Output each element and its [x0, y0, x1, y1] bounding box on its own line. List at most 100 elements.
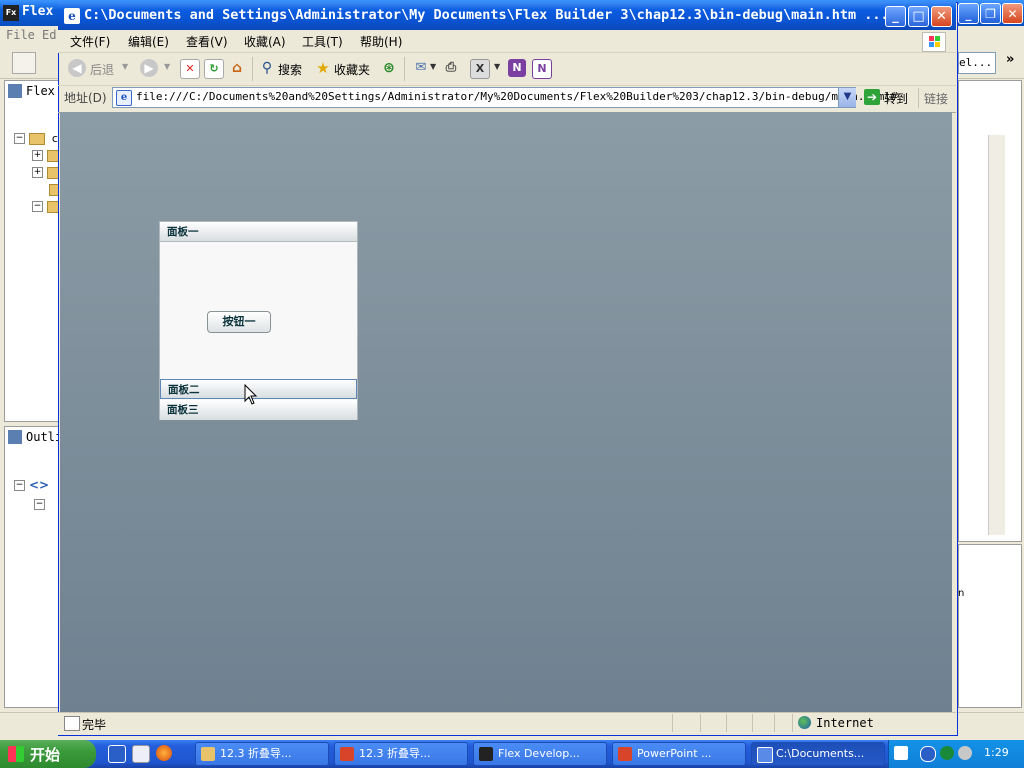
accordion-header-panel-1[interactable]: 面板一 [160, 222, 357, 242]
mail-dropdown-icon[interactable]: ▼ [430, 62, 436, 71]
outline-icon [8, 430, 22, 444]
menu-favorites[interactable]: 收藏(A) [244, 33, 286, 50]
collapse-icon[interactable]: − [14, 480, 25, 491]
task-folder[interactable]: 12.3 折叠导... [195, 742, 329, 766]
flex-app-icon: Fx [3, 5, 19, 21]
menu-file[interactable]: 文件(F) [70, 33, 110, 50]
ie-icon: e [64, 8, 80, 24]
onenote-send-icon[interactable]: N [532, 59, 552, 79]
folder-icon [201, 747, 215, 761]
home-icon[interactable]: ⌂ [228, 59, 246, 77]
right-bottom-panel [958, 544, 1022, 708]
forward-dropdown-icon[interactable]: ▼ [164, 62, 170, 71]
back-button[interactable]: 后退 [90, 61, 114, 78]
status-divider [792, 714, 793, 732]
menu-view[interactable]: 查看(V) [186, 33, 228, 50]
mxml-tag-icon: <> [29, 478, 50, 492]
task-powerpoint-2[interactable]: PowerPoint ... [612, 742, 746, 766]
address-dropdown-icon[interactable]: ▼ [838, 88, 856, 107]
start-label: 开始 [30, 746, 61, 764]
right-scrollbar[interactable] [988, 135, 1005, 535]
media-icon[interactable]: ⊛ [380, 59, 398, 77]
flex-builder-title: Flex [22, 4, 54, 19]
navigator-tab[interactable]: Flex [26, 84, 55, 98]
forward-arrow-icon[interactable]: ▶ [140, 59, 158, 77]
close-button[interactable]: ✕ [931, 6, 952, 27]
stop-icon[interactable]: ✕ [180, 59, 200, 79]
collapse-icon[interactable]: − [34, 499, 45, 510]
accordion-panel-1-content: 按钮一 [160, 243, 357, 379]
onenote-icon[interactable]: N [508, 59, 526, 77]
status-divider [774, 714, 775, 732]
flex-icon [479, 747, 493, 761]
security-zone: Internet [816, 716, 874, 730]
task-powerpoint-1[interactable]: 12.3 折叠导... [334, 742, 468, 766]
expand-icon[interactable]: + [32, 150, 43, 161]
status-text: 完毕 [82, 718, 107, 732]
collapse-icon[interactable]: − [32, 201, 43, 212]
toolbar-separator [918, 88, 919, 108]
task-flex-developer[interactable]: Flex Develop... [473, 742, 607, 766]
menu-edit[interactable]: 编辑(E) [128, 33, 169, 50]
button-one[interactable]: 按钮一 [207, 311, 271, 333]
network-icon[interactable] [940, 746, 954, 760]
search-icon[interactable]: ⚲ [258, 59, 276, 77]
accordion-header-panel-2[interactable]: 面板二 [160, 379, 357, 399]
favorites-star-icon[interactable]: ★ [314, 59, 332, 77]
tree-row[interactable]: − [34, 497, 45, 511]
powerpoint-icon [618, 747, 632, 761]
go-arrow-icon[interactable]: ➔ [864, 89, 880, 105]
status-divider [700, 714, 701, 732]
windows-logo-icon [922, 32, 946, 52]
status-divider [672, 714, 673, 732]
expand-icon[interactable]: + [32, 167, 43, 178]
links-button[interactable]: 链接 [924, 90, 948, 107]
collapse-icon[interactable]: − [14, 133, 25, 144]
right-column-header: n [958, 588, 965, 599]
mail-icon[interactable]: ✉ [412, 59, 430, 77]
firefox-quicklaunch-icon[interactable] [156, 745, 172, 761]
address-url[interactable]: file:///C:/Documents%20and%20Settings/Ad… [136, 90, 898, 103]
desktop-quicklaunch-icon[interactable] [132, 745, 150, 763]
volume-icon[interactable] [958, 746, 972, 760]
outline-panel [4, 426, 62, 708]
tray-expand-icon[interactable] [920, 746, 936, 762]
keyboard-icon[interactable] [894, 746, 908, 760]
menu-edit[interactable]: Ed [42, 28, 56, 42]
menu-file[interactable]: File [6, 28, 35, 42]
toolbar-separator [252, 57, 253, 81]
minimize-icon[interactable]: _ [958, 3, 979, 24]
outline-tab[interactable]: Outli [26, 430, 62, 444]
overflow-chevron-icon[interactable]: » [1006, 52, 1014, 67]
favorites-button[interactable]: 收藏夹 [334, 61, 370, 78]
ie-window-title: C:\Documents and Settings\Administrator\… [84, 7, 889, 23]
windows-flag-icon [8, 746, 24, 762]
tree-row[interactable]: − <> [14, 478, 49, 492]
ie-icon [757, 747, 773, 763]
page-content: 面板一 按钮一 面板二 面板三 [60, 112, 952, 712]
accordion-header-panel-3[interactable]: 面板三 [160, 400, 357, 420]
page-icon: e [116, 90, 132, 106]
back-dropdown-icon[interactable]: ▼ [122, 62, 128, 71]
search-button[interactable]: 搜索 [278, 61, 302, 78]
internet-zone-icon [798, 716, 811, 729]
restore-icon[interactable]: ❐ [980, 3, 1001, 24]
print-icon[interactable]: ⎙ [442, 59, 460, 77]
clock[interactable]: 1:29 [984, 746, 1009, 759]
edit-dropdown-icon[interactable]: ▼ [494, 62, 500, 71]
tree-row[interactable]: − c [14, 131, 58, 145]
close-icon[interactable]: ✕ [1002, 3, 1023, 24]
menu-help[interactable]: 帮助(H) [360, 33, 402, 50]
perspective-field[interactable]: el... [958, 52, 996, 74]
edit-icon[interactable]: X [470, 59, 490, 79]
minimize-button[interactable]: _ [885, 6, 906, 27]
back-arrow-icon[interactable]: ◀ [68, 59, 86, 77]
ie-quicklaunch-icon[interactable] [108, 745, 126, 763]
accordion: 面板一 按钮一 面板二 面板三 [159, 221, 358, 420]
go-button[interactable]: 转到 [884, 90, 908, 107]
refresh-icon[interactable]: ↻ [204, 59, 224, 79]
maximize-button[interactable]: □ [908, 6, 929, 27]
new-file-icon[interactable] [12, 52, 36, 74]
menu-tools[interactable]: 工具(T) [302, 33, 343, 50]
tree-root-label: c [51, 132, 58, 145]
